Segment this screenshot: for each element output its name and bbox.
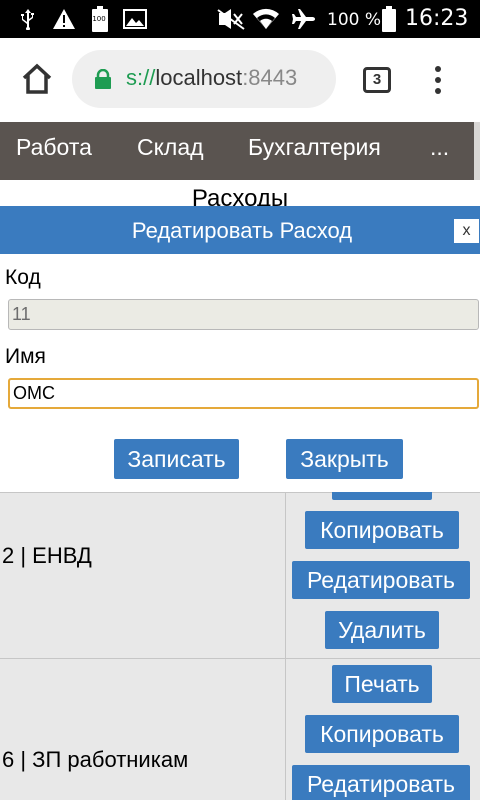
dialog-close-button[interactable]: x [453,218,480,244]
tab-switcher-button[interactable]: 3 [363,67,391,93]
dialog-title: Редатировать Расход [131,218,353,243]
table-row-label: 6 | ЗП работникам [2,747,189,772]
copy-button[interactable]: Копировать [305,715,459,753]
row-divider [0,658,480,659]
mute-icon [216,8,246,30]
page-title: Расходы [0,180,480,206]
edit-button[interactable]: Редатировать [292,765,470,800]
name-field[interactable]: ОМС [8,378,479,409]
overflow-menu-icon[interactable] [428,66,448,96]
column-divider [285,493,286,800]
table-row-label: 2 | ЕНВД [2,543,92,568]
url-host: localhost [155,65,243,90]
clock: 16:23 [405,6,469,31]
name-label: Имя [5,345,46,368]
battery-small-icon: 100 [90,6,110,32]
site-nav: Работа Склад Бухгалтерия ... [0,122,474,180]
code-field[interactable]: 11 [8,299,479,330]
battery-icon [380,6,398,32]
nav-item-accounting[interactable]: Бухгалтерия [248,134,381,161]
save-button[interactable]: Записать [114,439,239,479]
dialog-header: Редатировать Расход x [0,206,480,254]
expense-table: 2 | ЕНВД Копировать Редатировать Удалить… [0,483,480,800]
nav-item-warehouse[interactable]: Склад [137,134,204,161]
url-port: :8443 [242,65,298,90]
browser-toolbar: s://localhost:8443 3 [0,38,480,122]
edit-button[interactable]: Редатировать [292,561,470,599]
close-button[interactable]: Закрыть [286,439,403,479]
code-label: Код [5,266,41,289]
usb-icon [18,8,38,30]
lock-icon [94,68,112,89]
copy-button[interactable]: Копировать [305,511,459,549]
airplane-icon [290,8,318,30]
battery-small-label: 100 [92,15,106,23]
address-bar[interactable]: s://localhost:8443 [72,50,336,108]
edit-expense-dialog: Редатировать Расход x Код 11 Имя ОМС Зап… [0,206,480,492]
nav-item-work[interactable]: Работа [16,134,92,161]
page-title-text: Расходы [191,185,289,206]
nav-edge [474,122,480,180]
home-icon[interactable] [20,62,54,96]
name-value: ОМС [13,383,55,403]
image-icon [122,8,148,30]
delete-button[interactable]: Удалить [325,611,439,649]
wifi-icon [252,8,280,30]
status-bar: 100 100 % 16:23 [0,0,480,38]
url-scheme: s:// [126,65,156,90]
warning-icon [52,8,76,30]
print-button[interactable]: Печать [332,665,432,703]
nav-item-more[interactable]: ... [430,134,449,161]
battery-percent: 100 % [327,10,382,30]
url-text[interactable]: s://localhost:8443 [126,65,297,91]
code-value: 11 [12,304,31,324]
